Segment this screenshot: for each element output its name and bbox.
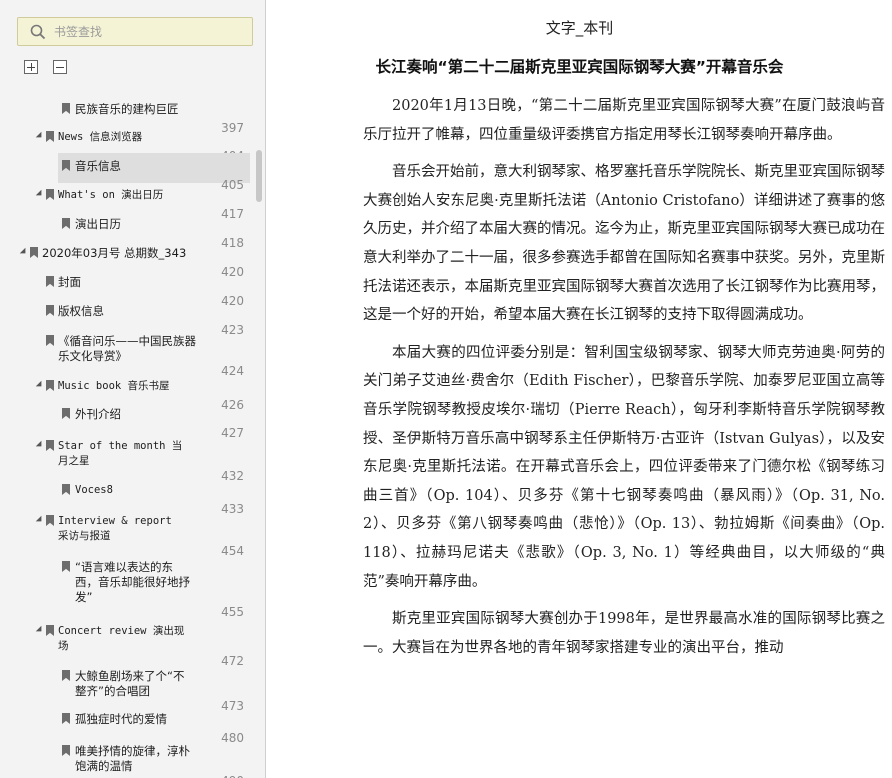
bookmark-icon <box>62 484 70 495</box>
bookmark-label: Voces8 <box>75 484 113 496</box>
article-title: 长江奏响“第二十二届斯克里亚宾国际钢琴大赛”开幕音乐会 <box>375 58 784 76</box>
bookmark-page-number: 418 <box>221 236 244 250</box>
paragraph: 斯克里亚宾国际钢琴大赛创办于1998年，是世界最高水准的国际钢琴比赛之一。大赛旨… <box>363 611 885 656</box>
bookmark-label: What's on 演出日历 <box>58 189 164 201</box>
bookmark-label: 版权信息 <box>58 304 104 318</box>
bookmark-label: 《循音问乐——中国民族器乐文化导赏》 <box>58 334 196 363</box>
paragraph: 2020年1月13日晚，“第二十二届斯克里亚宾国际钢琴大赛”在厦门鼓浪屿音乐厅拉… <box>363 98 885 143</box>
bookmark-page-number: 472 <box>221 654 244 668</box>
paragraph: 本届大赛的四位评委分别是：智利国宝级钢琴家、钢琴大师克劳迪奥·阿劳的关门弟子艾迪… <box>363 344 885 590</box>
bookmark-icon <box>30 247 38 258</box>
bookmark-label: Interview & report 采访与报道 <box>58 515 172 542</box>
bookmark-icon <box>62 218 70 229</box>
bookmark-icon <box>46 276 54 287</box>
bookmark-page-number: 490 <box>214 774 244 778</box>
bookmark-sidebar: 民族音乐的建构巨匠397News 信息浏览器404音乐信息405What's o… <box>0 0 266 778</box>
article-body: 2020年1月13日晚，“第二十二届斯克里亚宾国际钢琴大赛”在厦门鼓浪屿音乐厅拉… <box>363 92 885 671</box>
sidebar-scrollbar[interactable] <box>256 150 262 202</box>
bookmark-icon <box>46 189 54 200</box>
bookmark-label: 大鲸鱼剧场来了个“不整齐”的合唱团 <box>75 669 185 698</box>
bookmark-page-number: 423 <box>221 323 244 337</box>
bookmark-page-number: 420 <box>221 294 244 308</box>
bookmark-page-number: 397 <box>221 121 244 135</box>
bookmark-page-number: 473 <box>221 699 244 713</box>
bookmark-icon <box>46 131 54 142</box>
section-label: 文字_本刊 <box>545 19 614 37</box>
bookmark-label: 封面 <box>58 275 81 289</box>
bookmark-page-number: 433 <box>221 502 244 516</box>
bookmark-page-number: 424 <box>221 364 244 378</box>
bookmark-icon <box>46 515 54 526</box>
bookmark-icon <box>46 335 54 346</box>
bookmark-label: 演出日历 <box>75 217 121 231</box>
bookmark-label: 2020年03月号 总期数_343 <box>42 246 187 260</box>
bookmark-label: 民族音乐的建构巨匠 <box>75 102 179 116</box>
bookmark-page-number: 405 <box>221 178 244 192</box>
expand-toggle-icon[interactable] <box>35 380 45 390</box>
bookmark-label: 外刊介绍 <box>75 407 121 421</box>
expand-all-icon[interactable] <box>24 60 38 74</box>
bookmark-icon <box>62 408 70 419</box>
bookmark-label: 孤独症时代的爱情 <box>75 712 167 726</box>
bookmark-search-input[interactable] <box>54 24 234 39</box>
bookmark-page-number: 480 <box>221 731 244 745</box>
bookmark-icon <box>46 440 54 451</box>
bookmark-search-box[interactable] <box>17 17 253 46</box>
expand-toggle-icon[interactable] <box>35 131 45 141</box>
bookmark-icon <box>62 745 70 756</box>
bookmark-page-number: 455 <box>221 605 244 619</box>
bookmark-icon <box>62 103 70 114</box>
collapse-all-icon[interactable] <box>53 60 67 74</box>
bookmark-label: 音乐信息 <box>75 159 121 173</box>
bookmark-page-number: 420 <box>221 265 244 279</box>
bookmark-label: Concert review 演出现场 <box>58 625 185 652</box>
expand-toggle-icon[interactable] <box>35 515 45 525</box>
expand-toggle-icon[interactable] <box>35 625 45 635</box>
bookmark-icon <box>46 625 54 636</box>
document-view: 文字_本刊 长江奏响“第二十二届斯克里亚宾国际钢琴大赛”开幕音乐会 2020年1… <box>267 0 892 778</box>
search-icon <box>30 24 46 39</box>
bookmark-icon <box>62 713 70 724</box>
bookmark-label: News 信息浏览器 <box>58 131 143 143</box>
bookmark-page-number: 454 <box>221 544 244 558</box>
bookmark-label: “语言难以表达的东西，音乐却能很好地抒发” <box>75 560 190 604</box>
bookmark-label: Music book 音乐书屋 <box>58 380 170 392</box>
paragraph: 音乐会开始前，意大利钢琴家、格罗塞托音乐学院院长、斯克里亚宾国际钢琴大赛创始人安… <box>363 164 885 324</box>
expand-toggle-icon[interactable] <box>19 247 29 257</box>
bookmark-icon <box>62 561 70 572</box>
bookmark-page-number: 432 <box>221 469 244 483</box>
bookmark-page-number: 427 <box>221 426 244 440</box>
expand-toggle-icon[interactable] <box>35 189 45 199</box>
bookmark-label: Star of the month 当月之星 <box>58 440 183 467</box>
bookmark-icon <box>46 380 54 391</box>
bookmark-icon <box>62 670 70 681</box>
expand-toggle-icon[interactable] <box>35 440 45 450</box>
bookmark-label: 唯美抒情的旋律，淳朴饱满的温情 <box>75 744 190 773</box>
bookmark-icon <box>46 305 54 316</box>
